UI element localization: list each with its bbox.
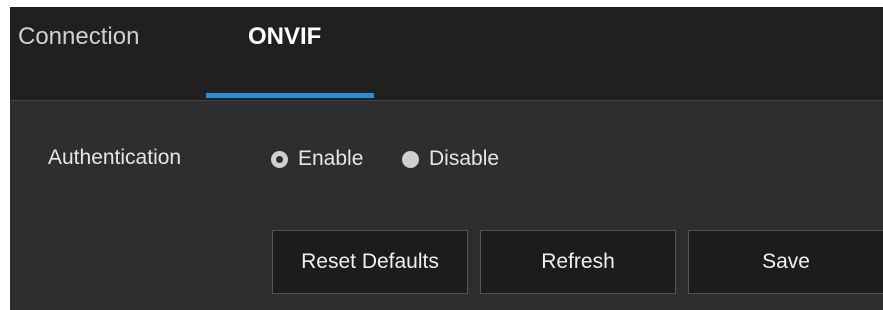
onvif-settings-panel: Connection ONVIF Authentication Enable D… (10, 7, 883, 310)
save-button[interactable]: Save (688, 230, 883, 294)
settings-content: Authentication Enable Disable Reset Defa… (10, 101, 883, 310)
enable-label: Enable (298, 147, 364, 170)
tab-bar: Connection ONVIF (10, 7, 883, 101)
tab-onvif[interactable]: ONVIF (248, 17, 321, 57)
radio-unselected-icon (402, 150, 419, 168)
disable-label: Disable (429, 147, 500, 170)
authentication-disable-radio[interactable]: Disable (402, 145, 499, 173)
authentication-label: Authentication (48, 146, 182, 169)
radio-selected-icon (271, 150, 288, 168)
active-tab-indicator (206, 93, 374, 98)
refresh-button[interactable]: Refresh (480, 230, 676, 294)
tab-connection[interactable]: Connection (18, 17, 139, 57)
reset-defaults-button[interactable]: Reset Defaults (272, 230, 468, 294)
authentication-enable-radio[interactable]: Enable (271, 145, 363, 173)
